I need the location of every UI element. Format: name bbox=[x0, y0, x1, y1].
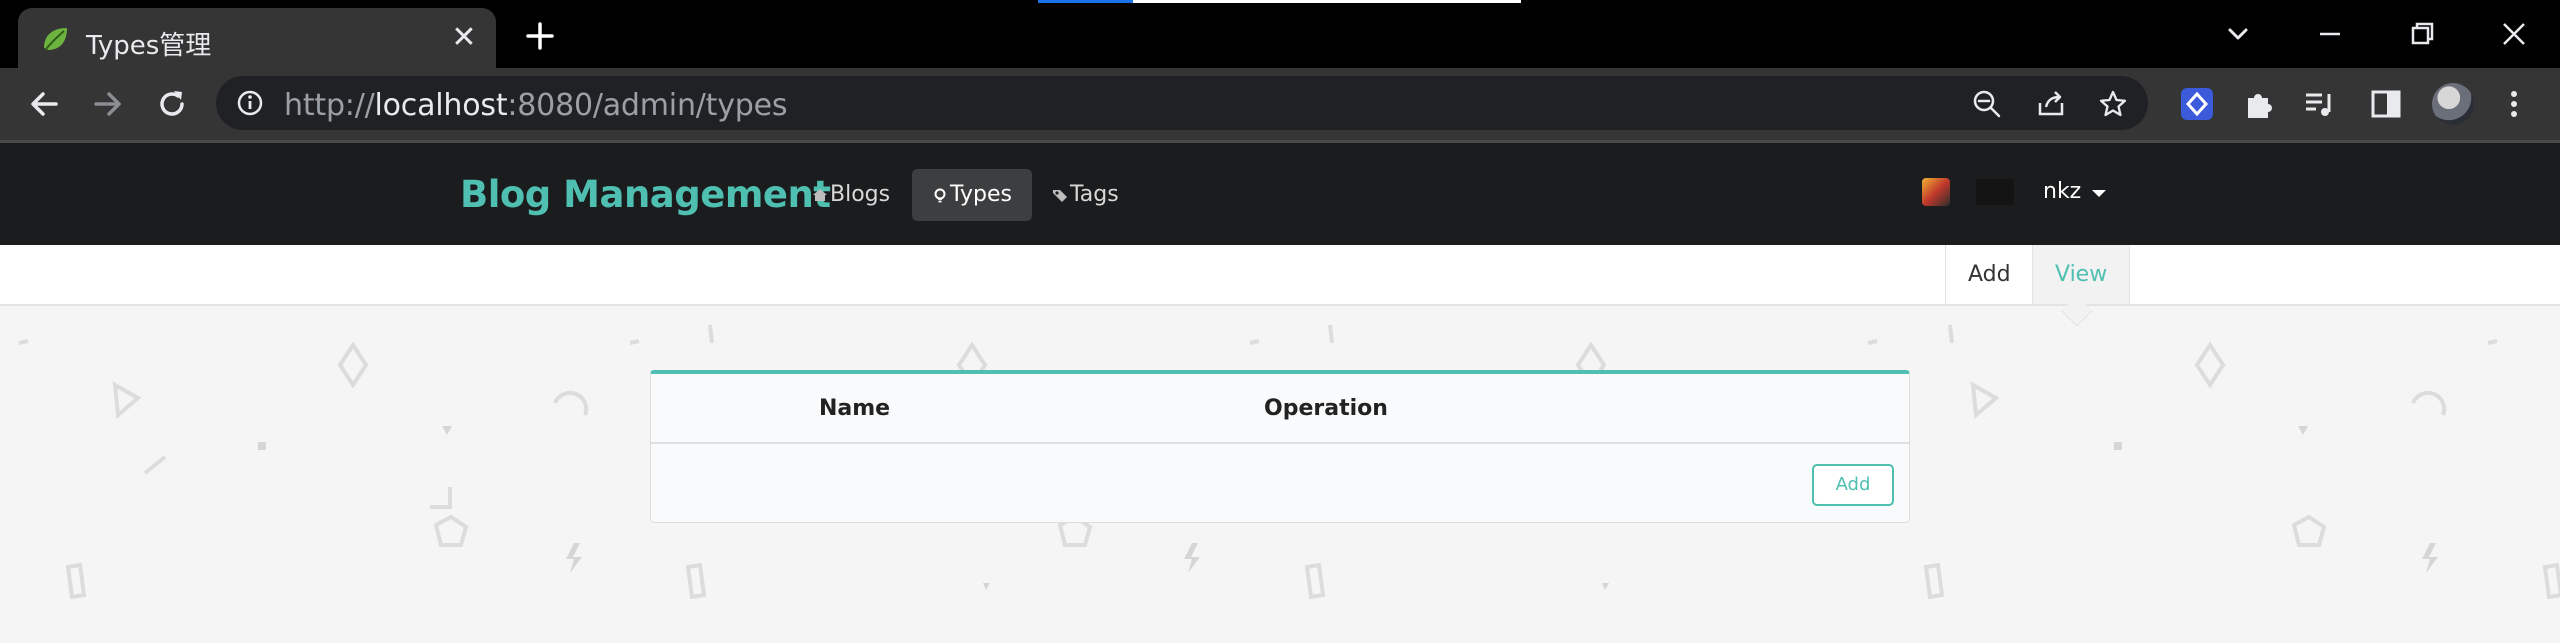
user-name[interactable]: nkz bbox=[2043, 179, 2081, 204]
reload-icon[interactable] bbox=[154, 86, 190, 122]
extensions-puzzle-icon[interactable] bbox=[2242, 86, 2278, 122]
url-text: http://localhost:8080/admin/types bbox=[284, 88, 788, 123]
browser-toolbar: http://localhost:8080/admin/types bbox=[0, 68, 2560, 140]
minimize-icon[interactable] bbox=[2310, 14, 2350, 54]
bookmark-star-icon[interactable] bbox=[2098, 89, 2128, 119]
forward-icon[interactable] bbox=[90, 86, 126, 122]
tags-icon bbox=[1053, 190, 1067, 202]
add-type-button[interactable]: Add bbox=[1812, 464, 1894, 506]
bulb-icon bbox=[934, 188, 946, 203]
extension-shield-icon[interactable] bbox=[2179, 86, 2215, 122]
nav-item-label: Types bbox=[950, 182, 1012, 207]
user-avatar[interactable] bbox=[1922, 178, 1950, 206]
home-icon bbox=[813, 189, 827, 201]
browser-tabstrip: Types管理 ✕ bbox=[0, 0, 2560, 68]
user-dropdown-caret-icon[interactable] bbox=[2092, 190, 2106, 197]
web-page: Blog Management Blogs Types Tags nkz Add… bbox=[0, 140, 2560, 643]
nav-item-label: Tags bbox=[1070, 182, 1119, 207]
nav-item-tags[interactable]: Tags bbox=[1032, 169, 1139, 221]
secondary-menu-view[interactable]: View bbox=[2032, 245, 2131, 304]
site-info-icon[interactable] bbox=[236, 89, 264, 117]
address-bar[interactable]: http://localhost:8080/admin/types bbox=[216, 76, 2148, 130]
close-tab-icon[interactable]: ✕ bbox=[448, 22, 480, 54]
profile-avatar[interactable] bbox=[2432, 83, 2474, 125]
url-host: localhost bbox=[374, 88, 508, 123]
loading-indicator bbox=[1038, 0, 1521, 3]
new-tab-icon[interactable] bbox=[520, 16, 560, 56]
tab-search-icon[interactable] bbox=[2218, 14, 2258, 54]
browser-tab[interactable]: Types管理 ✕ bbox=[18, 8, 496, 68]
restore-icon[interactable] bbox=[2402, 14, 2442, 54]
nav-item-types[interactable]: Types bbox=[912, 169, 1032, 221]
secondary-menu: Add View bbox=[0, 245, 2560, 306]
zoom-out-icon[interactable] bbox=[1972, 89, 2002, 119]
spring-leaf-icon bbox=[44, 28, 67, 50]
app-navbar: Blog Management Blogs Types Tags nkz bbox=[0, 140, 2560, 245]
share-icon[interactable] bbox=[2036, 89, 2066, 119]
media-queue-icon[interactable] bbox=[2302, 86, 2338, 122]
side-panel-icon[interactable] bbox=[2368, 86, 2404, 122]
table-header: Name Operation bbox=[651, 374, 1909, 444]
tab-title: Types管理 bbox=[86, 31, 212, 61]
back-icon[interactable] bbox=[26, 86, 62, 122]
url-prefix: http:// bbox=[284, 88, 375, 123]
nav-item-label: Blogs bbox=[830, 182, 891, 207]
menu-kebab-icon[interactable] bbox=[2496, 86, 2532, 122]
column-header-name: Name bbox=[819, 396, 891, 421]
url-path: :8080/admin/types bbox=[507, 88, 788, 123]
secondary-menu-add[interactable]: Add bbox=[1945, 245, 2033, 304]
nav-item-blogs[interactable]: Blogs bbox=[792, 169, 910, 221]
column-header-operation: Operation bbox=[1264, 396, 1388, 421]
close-window-icon[interactable] bbox=[2494, 14, 2534, 54]
types-table: Name Operation Add bbox=[650, 370, 1910, 523]
brand-title[interactable]: Blog Management bbox=[460, 173, 831, 216]
user-avatar-image bbox=[1976, 179, 2014, 205]
